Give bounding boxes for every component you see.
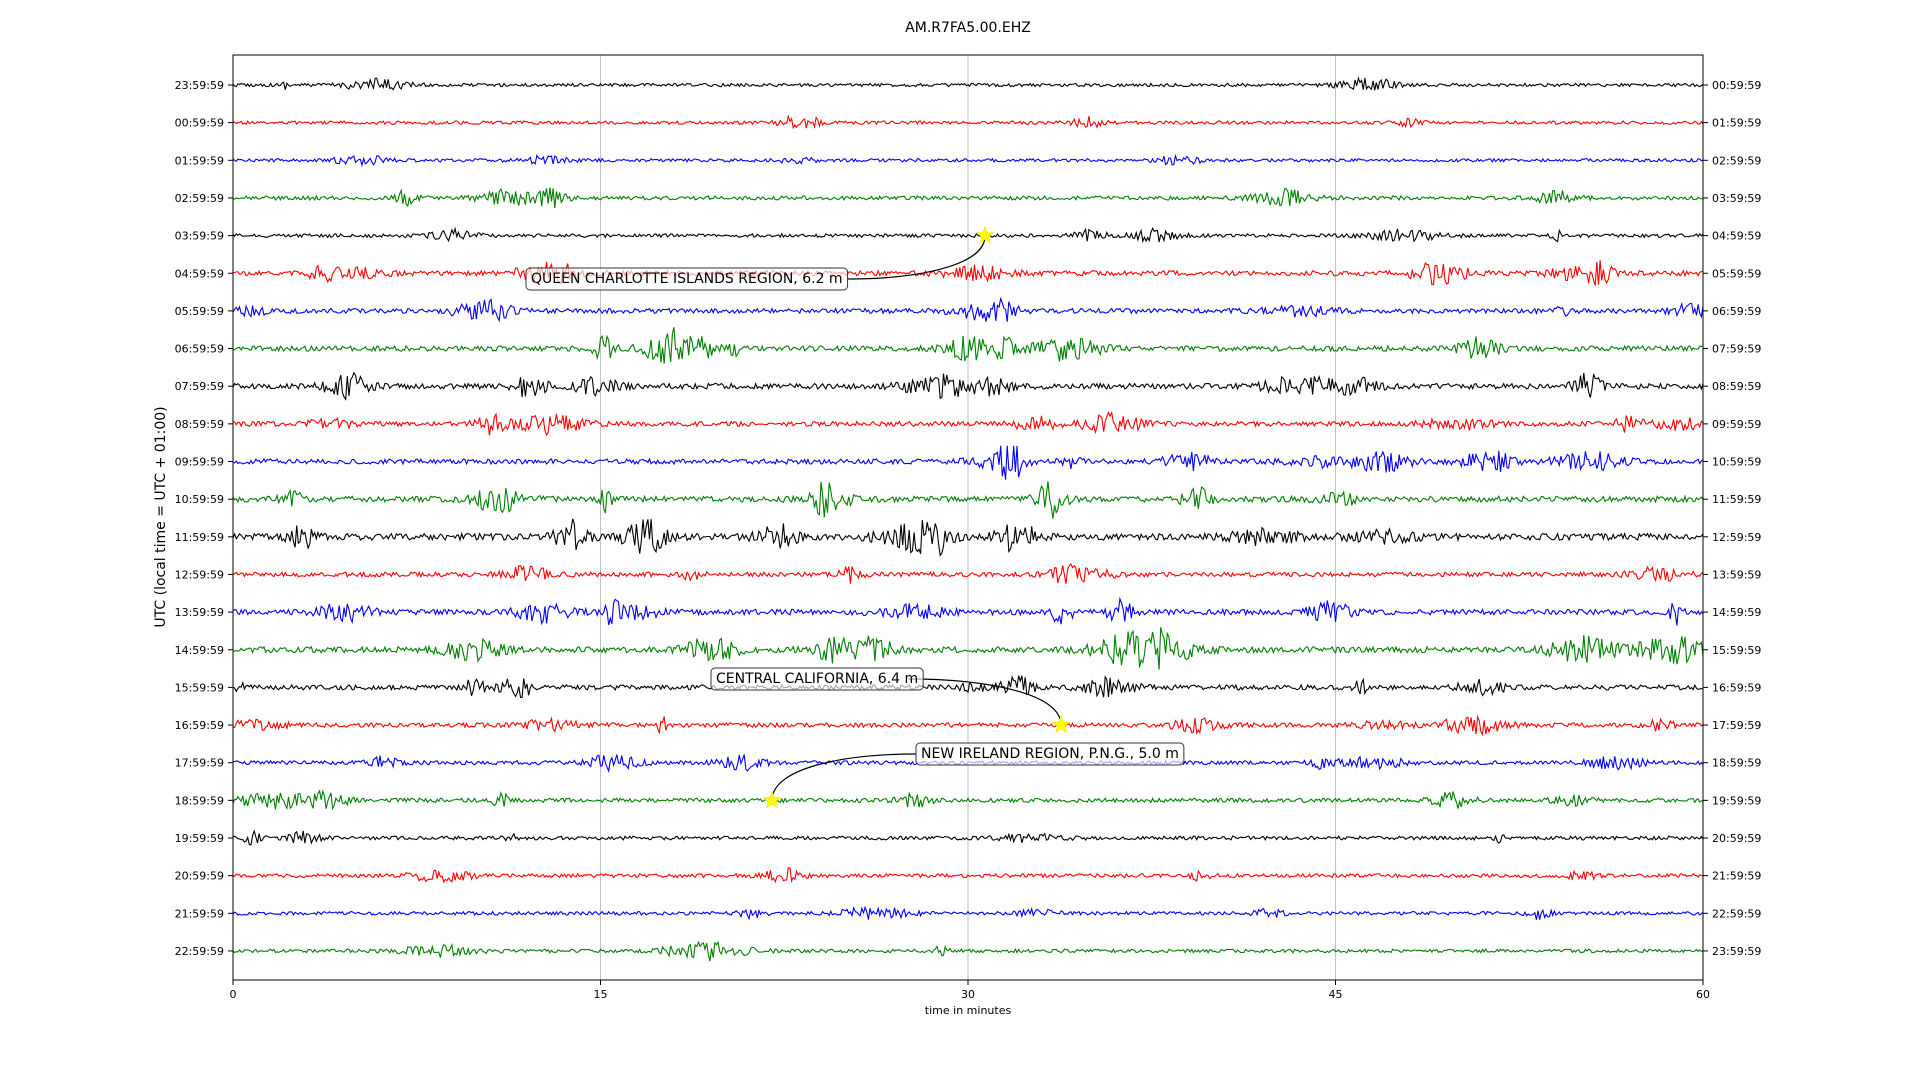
left-time-label: 04:59:59: [175, 267, 224, 280]
right-time-label: 13:59:59: [1712, 568, 1761, 581]
right-time-label: 00:59:59: [1712, 79, 1761, 92]
right-time-label: 01:59:59: [1712, 117, 1761, 130]
left-time-label: 06:59:59: [175, 343, 224, 356]
right-time-label: 17:59:59: [1712, 719, 1761, 732]
event-label: NEW IRELAND REGION, P.N.G., 5.0 m: [921, 746, 1179, 762]
right-time-label: 11:59:59: [1712, 493, 1761, 506]
right-time-label: 04:59:59: [1712, 230, 1761, 243]
left-time-label: 17:59:59: [175, 757, 224, 770]
left-time-label: 11:59:59: [175, 531, 224, 544]
x-tick-label: 60: [1696, 988, 1710, 1001]
right-time-label: 19:59:59: [1712, 794, 1761, 807]
event-star-marker: [1051, 715, 1071, 733]
right-time-label: 23:59:59: [1712, 945, 1761, 958]
event-star-marker: [762, 790, 782, 809]
right-time-label: 03:59:59: [1712, 192, 1761, 205]
right-time-label: 10:59:59: [1712, 456, 1761, 469]
left-time-label: 01:59:59: [175, 154, 224, 167]
left-time-label: 02:59:59: [175, 192, 224, 205]
left-time-label: 14:59:59: [175, 644, 224, 657]
left-time-label: 16:59:59: [175, 719, 224, 732]
x-tick-label: 45: [1329, 988, 1343, 1001]
right-time-label: 15:59:59: [1712, 644, 1761, 657]
right-time-label: 22:59:59: [1712, 907, 1761, 920]
right-time-label: 20:59:59: [1712, 832, 1761, 845]
left-time-label: 08:59:59: [175, 418, 224, 431]
left-time-label: 07:59:59: [175, 380, 224, 393]
event-group: QUEEN CHARLOTTE ISLANDS REGION, 6.2 m CEN…: [525, 225, 1185, 809]
x-tick-label: 30: [961, 988, 975, 1001]
left-time-label: 15:59:59: [175, 681, 224, 694]
left-time-label: 12:59:59: [175, 568, 224, 581]
x-tick-label: 0: [230, 988, 237, 1001]
event-label: CENTRAL CALIFORNIA, 6.4 m: [716, 671, 918, 687]
left-time-label: 13:59:59: [175, 606, 224, 619]
left-time-label: 22:59:59: [175, 945, 224, 958]
right-time-label: 09:59:59: [1712, 418, 1761, 431]
left-time-label: 10:59:59: [175, 493, 224, 506]
event-star-marker: [975, 225, 995, 244]
left-time-label: 18:59:59: [175, 794, 224, 807]
right-time-label: 05:59:59: [1712, 267, 1761, 280]
chart-title: AM.R7FA5.00.EHZ: [905, 20, 1031, 36]
right-time-label: 12:59:59: [1712, 531, 1761, 544]
right-time-label: 18:59:59: [1712, 757, 1761, 770]
right-time-label: 08:59:59: [1712, 380, 1761, 393]
right-time-label: 21:59:59: [1712, 870, 1761, 883]
grid-lines: [600, 55, 1336, 980]
right-time-label: 07:59:59: [1712, 343, 1761, 356]
left-time-label: 23:59:59: [175, 79, 224, 92]
left-time-label: 03:59:59: [175, 230, 224, 243]
x-axis-label: time in minutes: [925, 1004, 1012, 1017]
left-time-label: 09:59:59: [175, 456, 224, 469]
left-time-label: 20:59:59: [175, 870, 224, 883]
event-label: QUEEN CHARLOTTE ISLANDS REGION, 6.2 m: [531, 271, 843, 287]
dayplot-chart: AM.R7FA5.00.EHZ UTC (local time = UTC + …: [153, 20, 1761, 1017]
x-tick-label: 15: [594, 988, 608, 1001]
left-time-label: 00:59:59: [175, 117, 224, 130]
right-time-label: 14:59:59: [1712, 606, 1761, 619]
left-time-label: 19:59:59: [175, 832, 224, 845]
left-time-label: 05:59:59: [175, 305, 224, 318]
right-time-label: 16:59:59: [1712, 681, 1761, 694]
right-time-label: 02:59:59: [1712, 154, 1761, 167]
left-time-label: 21:59:59: [175, 907, 224, 920]
right-time-label: 06:59:59: [1712, 305, 1761, 318]
y-axis-label: UTC (local time = UTC + 01:00): [153, 406, 169, 627]
